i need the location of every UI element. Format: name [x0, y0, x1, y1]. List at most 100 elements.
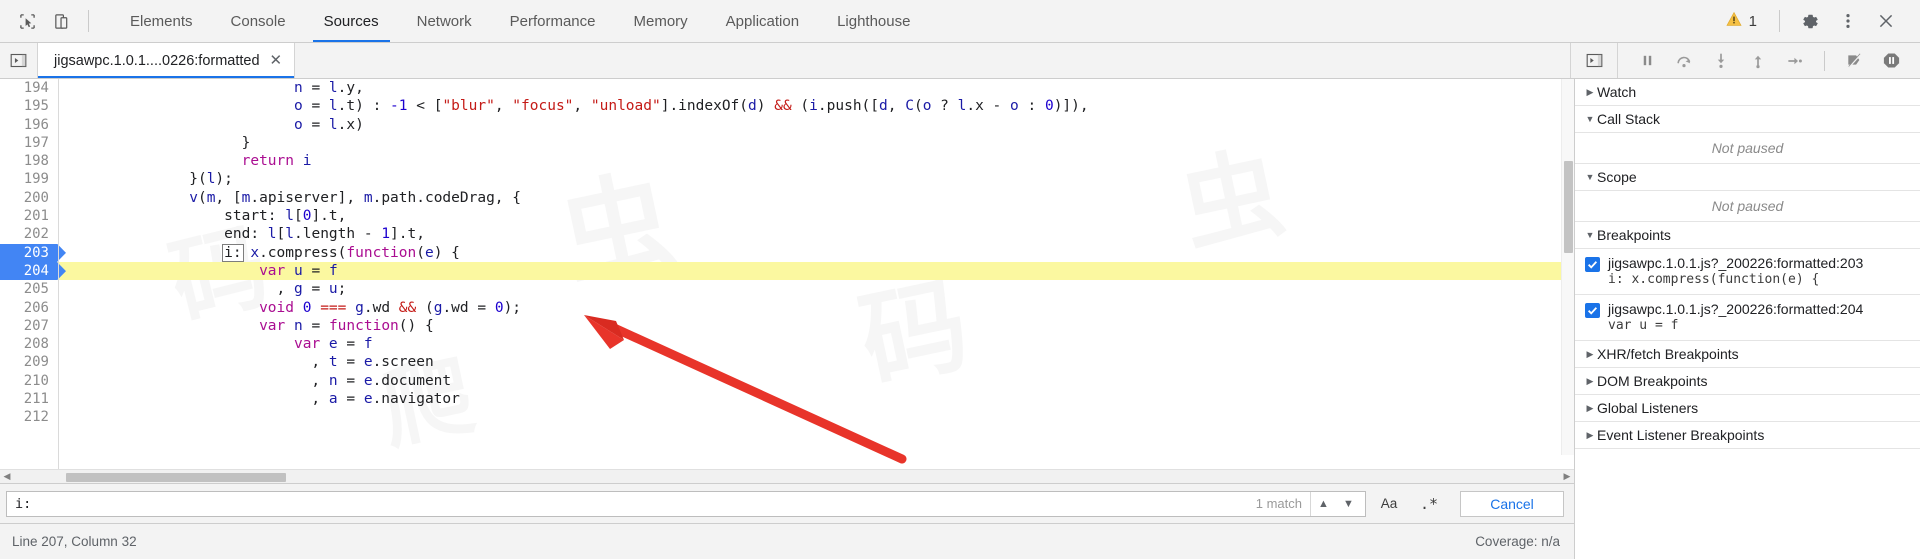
line-number[interactable]: 194 — [0, 79, 58, 97]
resume-pause-button[interactable] — [1630, 46, 1664, 76]
code-line[interactable]: 210 , n = e.document — [0, 372, 1574, 390]
code-line[interactable]: 208 var e = f — [0, 335, 1574, 353]
code-line[interactable]: 197 } — [0, 134, 1574, 152]
code-text: , a = e.navigator — [67, 391, 460, 408]
device-toolbar-icon[interactable] — [44, 6, 78, 36]
sidebar-section-scope[interactable]: ▼ Scope — [1575, 164, 1920, 191]
chevron-right-icon: ▶ — [1586, 429, 1594, 440]
warning-indicator[interactable]: 1 — [1722, 11, 1767, 32]
code-line[interactable]: 199 }(l); — [0, 170, 1574, 188]
line-number[interactable]: 207 — [0, 317, 58, 335]
code-line[interactable]: 205 , g = u; — [0, 280, 1574, 298]
tab-memory[interactable]: Memory — [615, 0, 707, 42]
tab-network[interactable]: Network — [398, 0, 491, 42]
editor-hscroll-thumb[interactable] — [66, 473, 286, 482]
scroll-left-icon[interactable]: ◀ — [0, 471, 14, 482]
deactivate-breakpoints-icon[interactable] — [1837, 46, 1871, 76]
line-number[interactable]: 201 — [0, 207, 58, 225]
match-case-button[interactable]: Aa — [1372, 491, 1406, 517]
code-line[interactable]: 195 o = l.t) : -1 < ["blur", "focus", "u… — [0, 97, 1574, 115]
line-number[interactable]: 199 — [0, 170, 58, 188]
scroll-right-icon[interactable]: ▶ — [1560, 471, 1574, 482]
show-debugger-icon[interactable] — [1570, 43, 1618, 78]
sidebar-section-call-stack[interactable]: ▼ Call Stack — [1575, 106, 1920, 133]
breakpoint-marker[interactable] — [0, 244, 66, 262]
search-prev-button[interactable]: ▲ — [1311, 492, 1336, 516]
code-lines: 194 n = l.y, 195 o = l.t) : -1 < ["blur",… — [0, 79, 1574, 427]
code-line[interactable]: 202 end: l[l.length - 1].t, — [0, 225, 1574, 243]
code-line[interactable]: 212 — [0, 408, 1574, 426]
tab-performance[interactable]: Performance — [491, 0, 615, 42]
sidebar-section-event-listener-breakpoints[interactable]: ▶ Event Listener Breakpoints — [1575, 422, 1920, 449]
tab-sources[interactable]: Sources — [305, 0, 398, 42]
breakpoint-marker[interactable] — [0, 262, 66, 280]
cancel-button[interactable]: Cancel — [1460, 490, 1564, 517]
step-button[interactable] — [1778, 46, 1812, 76]
code-viewport[interactable]: 码 虫 码 虫 爬 194 n = l.y,195 o = l.t) : -1 … — [0, 79, 1574, 469]
editor-vertical-scrollbar[interactable] — [1561, 79, 1574, 455]
sidebar-section-global-listeners[interactable]: ▶ Global Listeners — [1575, 395, 1920, 422]
code-line[interactable]: 194 n = l.y, — [0, 79, 1574, 97]
sidebar-section-xhr-fetch-breakpoints[interactable]: ▶ XHR/fetch Breakpoints — [1575, 341, 1920, 368]
breakpoint-list-item[interactable]: jigsawpc.1.0.1.js?_200226:formatted:203 i… — [1575, 249, 1920, 295]
step-out-button[interactable] — [1741, 46, 1775, 76]
line-number[interactable]: 211 — [0, 390, 58, 408]
breakpoint-list-item[interactable]: jigsawpc.1.0.1.js?_200226:formatted:204 v… — [1575, 295, 1920, 341]
tab-console[interactable]: Console — [212, 0, 305, 42]
breakpoint-checkbox[interactable] — [1585, 257, 1600, 272]
debugger-buttons — [1618, 46, 1920, 76]
code-line[interactable]: 211 , a = e.navigator — [0, 390, 1574, 408]
line-number[interactable]: 203 — [0, 244, 58, 262]
search-next-button[interactable]: ▼ — [1336, 492, 1361, 516]
line-number[interactable]: 204 — [0, 262, 58, 280]
line-number[interactable]: 195 — [0, 97, 58, 115]
code-line[interactable]: 201 start: l[0].t, — [0, 207, 1574, 225]
line-number[interactable]: 205 — [0, 280, 58, 298]
show-navigator-icon[interactable] — [0, 43, 38, 78]
line-number[interactable]: 208 — [0, 335, 58, 353]
close-icon[interactable] — [1868, 5, 1904, 37]
gear-icon[interactable] — [1792, 5, 1828, 37]
sidebar-section-label: Call Stack — [1597, 111, 1661, 127]
line-number[interactable]: 206 — [0, 299, 58, 317]
gutter-divider — [58, 79, 59, 469]
line-number[interactable]: 200 — [0, 189, 58, 207]
editor-scroll-thumb[interactable] — [1564, 161, 1573, 253]
cursor-inspect-icon[interactable] — [10, 6, 44, 36]
line-number[interactable]: 197 — [0, 134, 58, 152]
editor-horizontal-scrollbar[interactable]: ◀ ▶ — [0, 469, 1574, 483]
code-line[interactable]: 196 o = l.x) — [0, 116, 1574, 134]
tab-elements[interactable]: Elements — [111, 0, 212, 42]
line-number[interactable]: 202 — [0, 225, 58, 243]
line-number[interactable]: 196 — [0, 116, 58, 134]
line-number[interactable]: 209 — [0, 353, 58, 371]
breakpoint-checkbox[interactable] — [1585, 303, 1600, 318]
code-line[interactable]: 204 var u = f — [0, 261, 1574, 281]
file-tab-close-icon[interactable]: ✕ — [270, 53, 283, 68]
code-line[interactable]: 206 void 0 === g.wd && (g.wd = 0); — [0, 299, 1574, 317]
search-field-wrapper[interactable]: 1 match ▲ ▼ — [6, 490, 1366, 517]
line-number[interactable]: 198 — [0, 152, 58, 170]
three-dot-menu-icon[interactable] — [1830, 5, 1866, 37]
step-into-button[interactable] — [1704, 46, 1738, 76]
code-line[interactable]: 207 var n = function() { — [0, 317, 1574, 335]
code-line[interactable]: 203 i: x.compress(function(e) { — [0, 243, 1574, 262]
code-line[interactable]: 200 v(m, [m.apiserver], m.path.codeDrag,… — [0, 189, 1574, 207]
code-text: o = l.x) — [293, 116, 364, 133]
code-text: var n = function() { — [259, 317, 434, 334]
tab-application[interactable]: Application — [707, 0, 818, 42]
line-number[interactable]: 212 — [0, 408, 58, 426]
code-line[interactable]: 209 , t = e.screen — [0, 353, 1574, 371]
code-text: o = l.t) : -1 < ["blur", "focus", "unloa… — [293, 98, 1089, 115]
sidebar-section-watch[interactable]: ▶ Watch — [1575, 79, 1920, 106]
search-input[interactable] — [15, 495, 1248, 512]
step-over-button[interactable] — [1667, 46, 1701, 76]
file-tab-jigsawpc[interactable]: jigsawpc.1.0.1....0226:formatted ✕ — [38, 43, 296, 78]
regex-button[interactable]: .* — [1412, 491, 1446, 517]
sidebar-section-dom-breakpoints[interactable]: ▶ DOM Breakpoints — [1575, 368, 1920, 395]
sidebar-section-breakpoints[interactable]: ▼ Breakpoints — [1575, 222, 1920, 249]
line-number[interactable]: 210 — [0, 372, 58, 390]
tab-lighthouse[interactable]: Lighthouse — [818, 0, 929, 42]
pause-on-exceptions-icon[interactable] — [1874, 46, 1908, 76]
code-line[interactable]: 198 return i — [0, 152, 1574, 170]
